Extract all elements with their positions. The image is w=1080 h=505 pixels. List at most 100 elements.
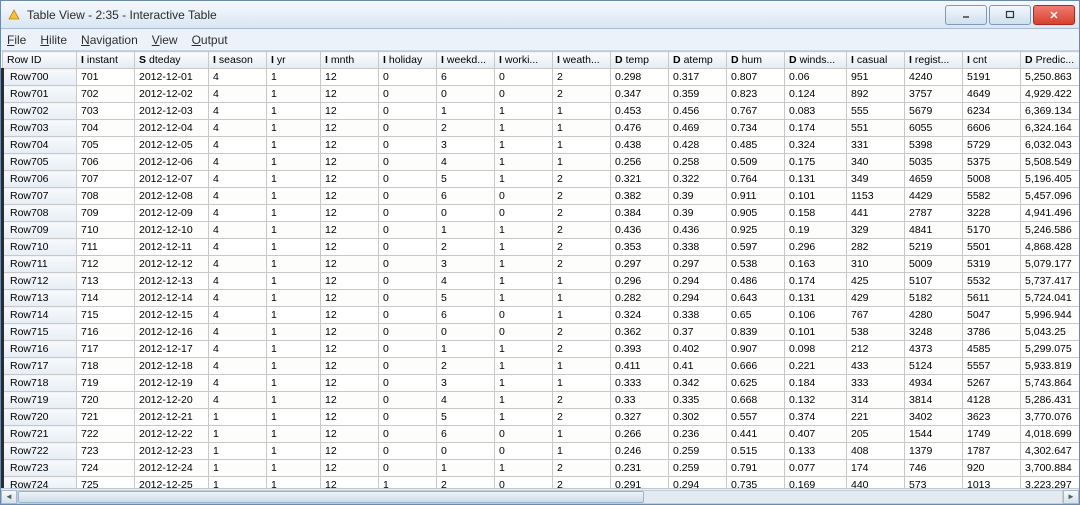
data-cell[interactable]: 1 [437, 103, 495, 120]
data-cell[interactable]: 2 [553, 256, 611, 273]
data-cell[interactable]: 0 [379, 273, 437, 290]
column-header[interactable]: Imnth [321, 52, 379, 69]
data-cell[interactable]: 3 [437, 256, 495, 273]
data-cell[interactable]: 0 [379, 86, 437, 103]
data-cell[interactable]: 1 [495, 256, 553, 273]
menu-view[interactable]: View [152, 33, 178, 47]
table-row[interactable]: Row7127132012-12-13411204110.2960.2940.4… [3, 273, 1080, 290]
data-cell[interactable]: 714 [77, 290, 135, 307]
data-cell[interactable]: 0.37 [669, 324, 727, 341]
data-cell[interactable]: 5,246.586 [1021, 222, 1080, 239]
row-id-cell[interactable]: Row717 [3, 358, 77, 375]
menu-navigation[interactable]: Navigation [81, 33, 138, 47]
table-row[interactable]: Row7077082012-12-08411206020.3820.390.91… [3, 188, 1080, 205]
data-cell[interactable]: 701 [77, 69, 135, 86]
data-cell[interactable]: 0.438 [611, 137, 669, 154]
data-cell[interactable]: 2012-12-13 [135, 273, 209, 290]
data-cell[interactable]: 12 [321, 69, 379, 86]
data-cell[interactable]: 3402 [905, 409, 963, 426]
data-cell[interactable]: 0 [379, 154, 437, 171]
data-cell[interactable]: 1 [209, 460, 267, 477]
data-cell[interactable]: 4429 [905, 188, 963, 205]
data-cell[interactable]: 4280 [905, 307, 963, 324]
data-cell[interactable]: 310 [847, 256, 905, 273]
data-cell[interactable]: 4934 [905, 375, 963, 392]
menu-file[interactable]: File [7, 33, 26, 47]
data-cell[interactable]: 538 [847, 324, 905, 341]
data-cell[interactable]: 703 [77, 103, 135, 120]
data-cell[interactable]: 0.175 [785, 154, 847, 171]
column-header[interactable]: Icasual [847, 52, 905, 69]
data-cell[interactable]: 4 [209, 205, 267, 222]
data-cell[interactable]: 0.324 [611, 307, 669, 324]
data-cell[interactable]: 715 [77, 307, 135, 324]
data-cell[interactable]: 717 [77, 341, 135, 358]
data-cell[interactable]: 0 [379, 375, 437, 392]
data-cell[interactable]: 12 [321, 392, 379, 409]
data-cell[interactable]: 0 [495, 477, 553, 489]
data-cell[interactable]: 0.131 [785, 171, 847, 188]
data-cell[interactable]: 0 [379, 239, 437, 256]
data-cell[interactable]: 1 [267, 86, 321, 103]
table-row[interactable]: Row7017022012-12-02411200020.3470.3590.8… [3, 86, 1080, 103]
data-cell[interactable]: 4 [209, 358, 267, 375]
data-cell[interactable]: 0.538 [727, 256, 785, 273]
table-row[interactable]: Row7167172012-12-17411201120.3930.4020.9… [3, 341, 1080, 358]
data-cell[interactable]: 0.411 [611, 358, 669, 375]
data-cell[interactable]: 0.19 [785, 222, 847, 239]
data-cell[interactable]: 205 [847, 426, 905, 443]
data-cell[interactable]: 0.221 [785, 358, 847, 375]
data-cell[interactable]: 0.907 [727, 341, 785, 358]
data-cell[interactable]: 4649 [963, 86, 1021, 103]
data-cell[interactable]: 1 [209, 409, 267, 426]
data-cell[interactable]: 2012-12-12 [135, 256, 209, 273]
row-id-cell[interactable]: Row718 [3, 375, 77, 392]
data-cell[interactable]: 1 [553, 120, 611, 137]
data-cell[interactable]: 3,770.076 [1021, 409, 1080, 426]
data-cell[interactable]: 1379 [905, 443, 963, 460]
data-cell[interactable]: 3757 [905, 86, 963, 103]
data-cell[interactable]: 0.807 [727, 69, 785, 86]
table-row[interactable]: Row7197202012-12-20411204120.330.3350.66… [3, 392, 1080, 409]
data-cell[interactable]: 12 [321, 171, 379, 188]
data-cell[interactable]: 1 [553, 443, 611, 460]
data-cell[interactable]: 0 [379, 324, 437, 341]
data-cell[interactable]: 4659 [905, 171, 963, 188]
data-cell[interactable]: 725 [77, 477, 135, 489]
data-cell[interactable]: 2012-12-08 [135, 188, 209, 205]
data-cell[interactable]: 2787 [905, 205, 963, 222]
data-cell[interactable]: 0.258 [669, 154, 727, 171]
data-cell[interactable]: 0.06 [785, 69, 847, 86]
data-cell[interactable]: 0.124 [785, 86, 847, 103]
data-cell[interactable]: 4 [437, 273, 495, 290]
data-cell[interactable]: 12 [321, 426, 379, 443]
data-cell[interactable]: 0 [379, 460, 437, 477]
data-cell[interactable]: 4128 [963, 392, 1021, 409]
data-cell[interactable]: 6 [437, 307, 495, 324]
data-cell[interactable]: 4 [209, 307, 267, 324]
data-cell[interactable]: 0.668 [727, 392, 785, 409]
row-id-cell[interactable]: Row724 [3, 477, 77, 489]
data-cell[interactable]: 1 [267, 409, 321, 426]
data-cell[interactable]: 5182 [905, 290, 963, 307]
data-cell[interactable]: 2 [437, 239, 495, 256]
row-id-cell[interactable]: Row721 [3, 426, 77, 443]
data-cell[interactable]: 0.291 [611, 477, 669, 489]
data-cell[interactable]: 0.322 [669, 171, 727, 188]
data-cell[interactable]: 3,223.297 [1021, 477, 1080, 489]
data-cell[interactable]: 0 [495, 324, 553, 341]
data-cell[interactable]: 0.469 [669, 120, 727, 137]
table-viewport[interactable]: Row IDIinstantSdtedayIseasonIyrImnthIhol… [1, 51, 1079, 488]
data-cell[interactable]: 4 [209, 188, 267, 205]
data-cell[interactable]: 221 [847, 409, 905, 426]
data-cell[interactable]: 1 [209, 477, 267, 489]
data-cell[interactable]: 0 [379, 103, 437, 120]
data-cell[interactable]: 724 [77, 460, 135, 477]
data-cell[interactable]: 0.353 [611, 239, 669, 256]
data-cell[interactable]: 1013 [963, 477, 1021, 489]
data-cell[interactable]: 0 [437, 324, 495, 341]
data-cell[interactable]: 1 [495, 120, 553, 137]
data-cell[interactable]: 1 [495, 239, 553, 256]
data-cell[interactable]: 0.083 [785, 103, 847, 120]
row-id-cell[interactable]: Row719 [3, 392, 77, 409]
